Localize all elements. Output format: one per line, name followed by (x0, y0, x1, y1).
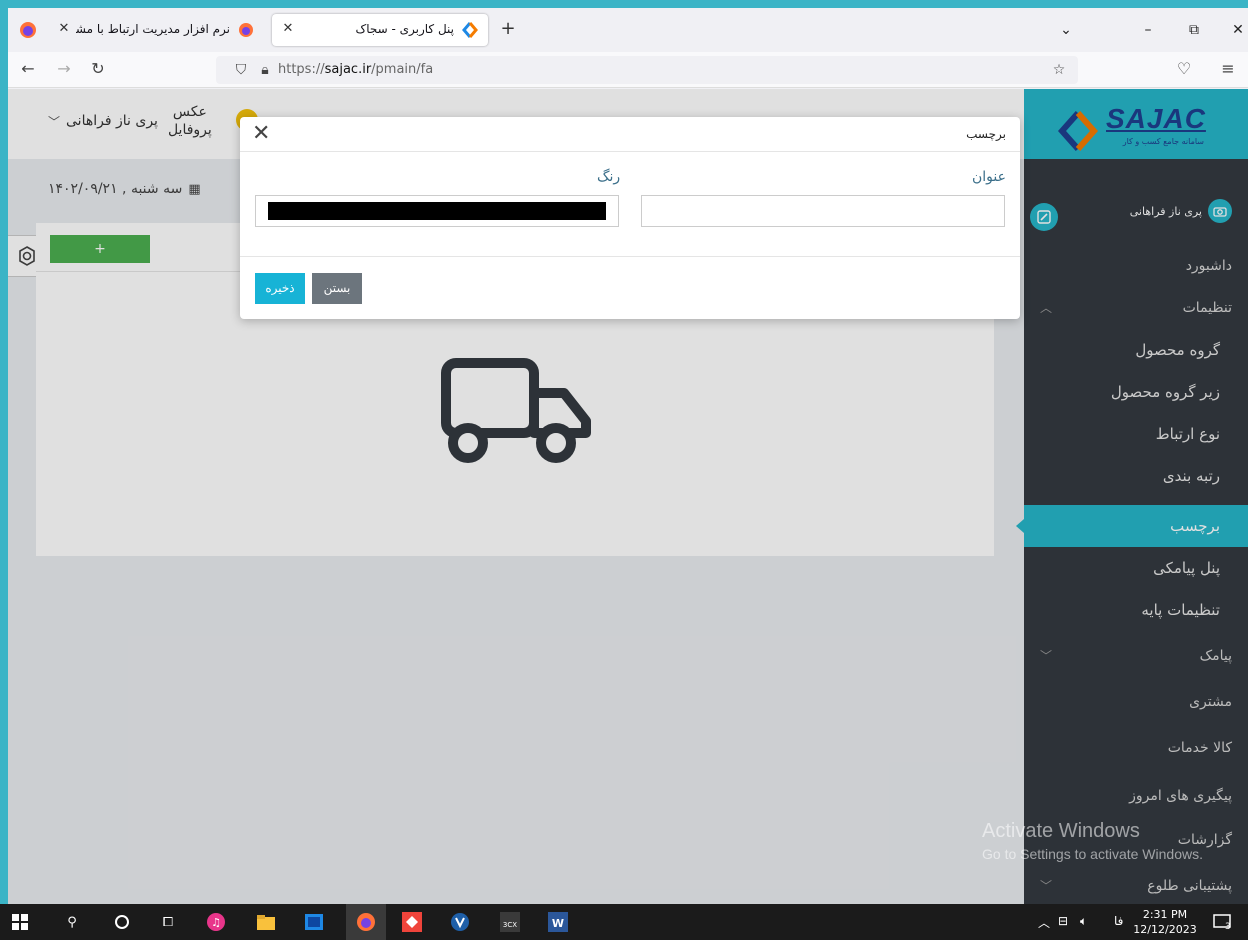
clock[interactable]: 2:31 PM 12/12/2023 (1132, 907, 1198, 937)
sajac-tab-icon (462, 22, 478, 38)
language-indicator[interactable]: فا (1114, 914, 1123, 928)
forward-arrow-icon[interactable]: → (54, 60, 74, 80)
firefox-icon (20, 22, 36, 38)
svg-text:3CX: 3CX (503, 921, 517, 929)
tray-chevron-icon[interactable]: ︿ (1038, 914, 1050, 931)
close-icon[interactable]: ✕ (252, 121, 270, 146)
new-tab-button[interactable]: + (498, 20, 518, 40)
anydesk-icon[interactable] (402, 912, 422, 932)
windows-start-icon[interactable] (10, 912, 30, 932)
cortana-icon[interactable] (112, 912, 132, 932)
firefox-tab-icon (238, 22, 254, 38)
minimize-button[interactable]: – (1138, 22, 1158, 38)
search-icon[interactable]: ⚲ (62, 912, 82, 932)
tab-close-icon[interactable]: ✕ (280, 21, 296, 36)
modal-header: برچسب ✕ (240, 117, 1020, 152)
word-icon[interactable]: W (548, 912, 568, 932)
volume-icon[interactable]: 🔈︎ (1080, 914, 1087, 929)
tab-close-icon[interactable]: ✕ (56, 21, 72, 36)
app-menu-icon[interactable]: ≡ (1218, 60, 1238, 80)
url-text[interactable]: https://sajac.ir/pmain/fa (278, 62, 433, 77)
navigation-toolbar: ← → ↻ ⛉ 🔒︎ https://sajac.ir/pmain/fa ☆ ♡… (8, 52, 1248, 88)
title-field[interactable] (641, 195, 1005, 227)
activate-windows-subtitle: Go to Settings to activate Windows. (982, 846, 1203, 862)
close-button[interactable]: بستن (312, 273, 362, 304)
close-window-button[interactable]: ✕ (1228, 22, 1248, 38)
tab-title: نرم افزار مدیریت ارتباط با مشتریان ط (76, 22, 230, 36)
save-button[interactable]: ذخیره (255, 273, 305, 304)
color-swatch (268, 202, 606, 220)
color-field-label: رنگ (597, 169, 621, 185)
page-content: عکس پروفایل پری ناز فراهانی ﹀ ▦ سه شنبه ,… (8, 89, 1248, 904)
color-picker[interactable] (255, 195, 619, 227)
task-view-icon[interactable]: ⧠ (158, 912, 178, 932)
url-prefix: https:// (278, 62, 325, 77)
modal-title: برچسب (966, 127, 1006, 141)
itunes-icon[interactable]: ♫ (206, 912, 226, 932)
bookmark-star-icon[interactable]: ☆ (1050, 61, 1068, 79)
tab-sajac-panel[interactable]: ✕ پنل کاربری - سجاک (272, 14, 488, 46)
clock-date: 12/12/2023 (1133, 923, 1197, 936)
browser-window: ✕ نرم افزار مدیریت ارتباط با مشتریان ط ✕… (8, 8, 1248, 904)
3cx-icon[interactable]: 3CX (500, 912, 520, 932)
modal-footer-divider (240, 256, 1020, 257)
list-tabs-chevron-icon[interactable]: ⌄ (1056, 22, 1076, 38)
window-app-icon[interactable] (304, 912, 324, 932)
notification-count: 3 (1225, 922, 1231, 932)
tab-crm[interactable]: ✕ نرم افزار مدیریت ارتباط با مشتریان ط (48, 14, 264, 46)
vpn-app-icon[interactable] (450, 912, 470, 932)
svg-text:W: W (552, 917, 564, 930)
title-field-label: عنوان (972, 169, 1006, 185)
url-path: /pmain/fa (371, 62, 434, 77)
back-arrow-icon[interactable]: ← (18, 60, 38, 80)
file-explorer-icon[interactable] (256, 912, 276, 932)
svg-text:♫: ♫ (211, 916, 221, 929)
reload-icon[interactable]: ↻ (88, 60, 108, 80)
network-icon[interactable]: ⊟ (1058, 914, 1068, 928)
tab-title: پنل کاربری - سجاک (355, 22, 454, 36)
lock-icon[interactable]: 🔒︎ (256, 61, 274, 79)
tag-modal: برچسب ✕ عنوان رنگ ذخیره بستن (240, 117, 1020, 319)
restore-button[interactable]: ⧉ (1184, 22, 1204, 38)
shield-icon[interactable]: ⛉ (232, 61, 250, 79)
firefox-view-button[interactable] (14, 14, 42, 46)
tab-strip: ✕ نرم افزار مدیریت ارتباط با مشتریان ط ✕… (8, 8, 1248, 52)
pocket-icon[interactable]: ♡ (1174, 60, 1194, 80)
url-host: sajac.ir (324, 62, 372, 77)
firefox-taskbar-icon[interactable] (356, 912, 376, 932)
url-bar[interactable]: ⛉ 🔒︎ https://sajac.ir/pmain/fa ☆ (216, 56, 1078, 84)
clock-time: 2:31 PM (1142, 908, 1188, 921)
activate-windows-title: Activate Windows (982, 820, 1140, 842)
windows-taskbar: ⚲ ⧠ ♫ 3CX W ︿ ⊟ 🔈︎ فا 2:31 PM 12/12/2023… (0, 904, 1248, 940)
